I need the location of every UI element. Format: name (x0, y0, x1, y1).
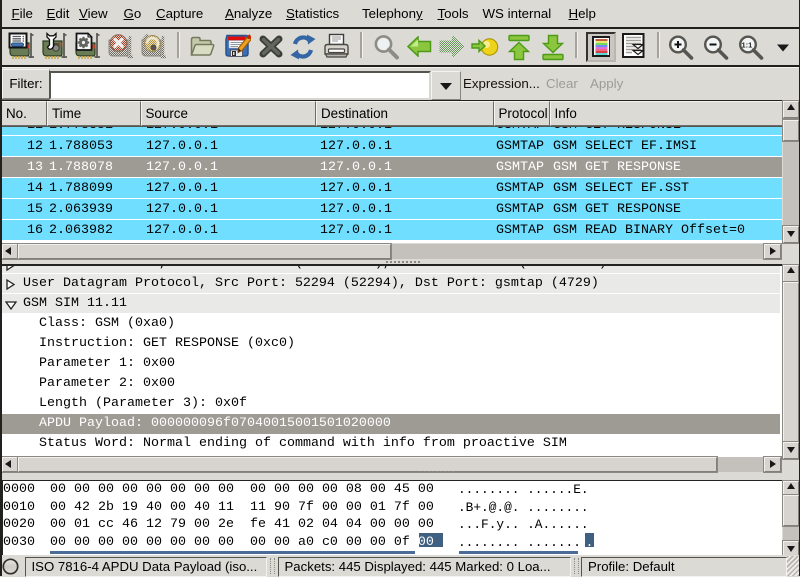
svg-text:1:1: 1:1 (742, 41, 753, 50)
